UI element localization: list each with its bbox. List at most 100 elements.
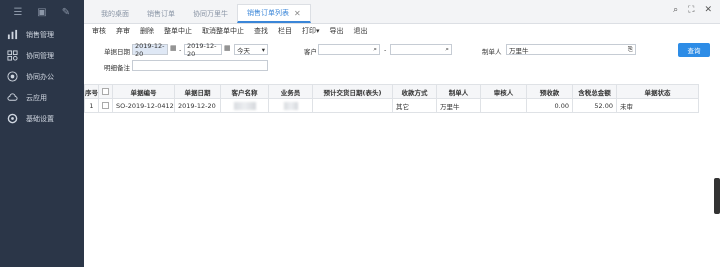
close-icon[interactable]: ✕: [294, 9, 301, 18]
exit-button[interactable]: 退出: [354, 26, 368, 36]
tab-bar: 我的桌面 销售订单 协同万里牛 销售订单列表 ✕ ⌕ ⛶ ✕: [84, 0, 720, 24]
date-range-select[interactable]: 今天 ▾: [234, 44, 268, 55]
sidebar: ☰ ▣ ✎ 销售管理 协同管理 协同办公 云应用 基础设置: [0, 0, 84, 267]
search-icon[interactable]: ⌕: [445, 45, 449, 54]
note-label: 明细备注: [104, 64, 130, 72]
redacted-text: [233, 101, 256, 110]
review-button[interactable]: 审核: [92, 26, 106, 36]
tab-label: 我的桌面: [101, 10, 129, 18]
note-input[interactable]: [132, 60, 268, 71]
cell-status: 未审: [616, 98, 699, 113]
customer-to-input[interactable]: ⌕: [390, 44, 452, 55]
select-all-checkbox[interactable]: [102, 88, 109, 95]
box-icon[interactable]: ▣: [36, 6, 48, 18]
cell-creator: 万里牛: [436, 98, 481, 113]
menu-icon[interactable]: ☰: [12, 6, 24, 18]
export-button[interactable]: 导出: [330, 26, 344, 36]
tab-sales-order-list[interactable]: 销售订单列表 ✕: [237, 4, 311, 23]
cancel-suspend-button[interactable]: 取消整单中止: [202, 26, 244, 36]
suspend-order-button[interactable]: 整单中止: [164, 26, 192, 36]
columns-button[interactable]: 栏目: [278, 26, 292, 36]
customer-separator: -: [384, 46, 387, 54]
date-separator: -: [179, 46, 182, 54]
chevron-down-icon: ▾: [261, 45, 265, 54]
sidebar-item-office[interactable]: 协同办公: [0, 66, 84, 87]
cell-total: 52.00: [572, 98, 617, 113]
tab-label: 协同万里牛: [193, 10, 228, 18]
cell-payment: 其它: [392, 98, 437, 113]
sidebar-item-sales[interactable]: 销售管理: [0, 24, 84, 45]
tab-sales-order[interactable]: 销售订单: [138, 5, 184, 23]
col-date[interactable]: 单据日期: [174, 84, 221, 99]
grid-icon: [6, 50, 18, 62]
table-row[interactable]: 1 SO-2019-12-0412 2019-12-20 其它 万里牛 0.00…: [84, 98, 699, 113]
col-delivery-date[interactable]: 预计交货日期(表头): [312, 84, 393, 99]
table-header-row: 序号 单据编号 单据日期 客户名称 业务员 预计交货日期(表头) 收款方式 制单…: [84, 84, 699, 99]
sidebar-top: ☰ ▣ ✎: [0, 0, 84, 24]
date-to-input[interactable]: 2019-12-20: [184, 42, 222, 58]
orders-table: 序号 单据编号 单据日期 客户名称 业务员 预计交货日期(表头) 收款方式 制单…: [84, 84, 699, 113]
side-scroll-handle[interactable]: [714, 178, 720, 214]
sidebar-item-label: 协同办公: [26, 72, 54, 81]
tab-label: 销售订单: [147, 10, 175, 18]
print-button[interactable]: 打印▾: [302, 26, 320, 36]
sidebar-item-label: 协同管理: [26, 51, 54, 60]
settings-icon: [6, 113, 18, 125]
date-label: 单据日期: [104, 48, 130, 56]
sidebar-item-label: 销售管理: [26, 30, 54, 39]
creator-value: 万里牛: [509, 46, 529, 55]
col-reviewer[interactable]: 审核人: [480, 84, 527, 99]
cell-index: 1: [84, 98, 99, 113]
lookup-icon[interactable]: ⎘: [628, 45, 633, 54]
row-checkbox[interactable]: [102, 102, 109, 109]
tab-collab-wanliniu[interactable]: 协同万里牛: [184, 5, 237, 23]
col-select[interactable]: [98, 84, 113, 99]
chart-icon: [6, 29, 18, 41]
sidebar-item-settings[interactable]: 基础设置: [0, 108, 84, 129]
edit-icon[interactable]: ✎: [60, 6, 72, 18]
calendar-icon[interactable]: ▦: [170, 44, 177, 52]
date-range-value: 今天: [237, 46, 250, 55]
cell-customer: [220, 98, 269, 113]
query-button[interactable]: 查询: [678, 43, 710, 57]
tab-label: 销售订单列表: [247, 9, 289, 17]
window-controls: ⌕ ⛶ ✕: [673, 5, 712, 15]
action-toolbar: 审核 弃审 删除 整单中止 取消整单中止 查找 栏目 打印▾ 导出 退出: [84, 24, 720, 38]
col-creator[interactable]: 制单人: [436, 84, 481, 99]
search-icon[interactable]: ⌕: [673, 5, 678, 15]
col-total[interactable]: 含税总金额: [572, 84, 617, 99]
cell-order-no[interactable]: SO-2019-12-0412: [112, 98, 175, 113]
find-button[interactable]: 查找: [254, 26, 268, 36]
col-customer[interactable]: 客户名称: [220, 84, 269, 99]
sidebar-item-collab[interactable]: 协同管理: [0, 45, 84, 66]
unreview-button[interactable]: 弃审: [116, 26, 130, 36]
col-prepaid[interactable]: 预收款: [526, 84, 573, 99]
creator-input[interactable]: 万里牛 ⎘: [506, 44, 636, 55]
filter-panel: 单据日期 2019-12-20 ▦ - 2019-12-20 ▦ 今天 ▾ 客户…: [84, 38, 720, 78]
col-payment[interactable]: 收款方式: [392, 84, 437, 99]
sidebar-item-label: 基础设置: [26, 114, 54, 123]
cell-salesperson: [268, 98, 313, 113]
customer-label: 客户: [304, 48, 317, 56]
office-icon: [6, 71, 18, 83]
sidebar-item-cloud[interactable]: 云应用: [0, 87, 84, 108]
redacted-text: [283, 101, 298, 110]
cell-prepaid: 0.00: [526, 98, 573, 113]
delete-button[interactable]: 删除: [140, 26, 154, 36]
cell-select[interactable]: [98, 98, 113, 113]
search-icon[interactable]: ⌕: [373, 45, 377, 54]
cloud-icon: [6, 92, 18, 104]
creator-label: 制单人: [482, 48, 502, 56]
col-index[interactable]: 序号: [84, 84, 99, 99]
date-from-input[interactable]: 2019-12-20: [132, 42, 168, 58]
cell-delivery-date: [312, 98, 393, 113]
tab-desktop[interactable]: 我的桌面: [92, 5, 138, 23]
col-order-no[interactable]: 单据编号: [112, 84, 175, 99]
sidebar-item-label: 云应用: [26, 93, 47, 102]
close-window-icon[interactable]: ✕: [704, 5, 712, 15]
expand-icon[interactable]: ⛶: [688, 5, 694, 15]
customer-from-input[interactable]: ⌕: [318, 44, 380, 55]
col-status[interactable]: 单据状态: [616, 84, 699, 99]
col-salesperson[interactable]: 业务员: [268, 84, 313, 99]
calendar-icon[interactable]: ▦: [224, 44, 231, 52]
